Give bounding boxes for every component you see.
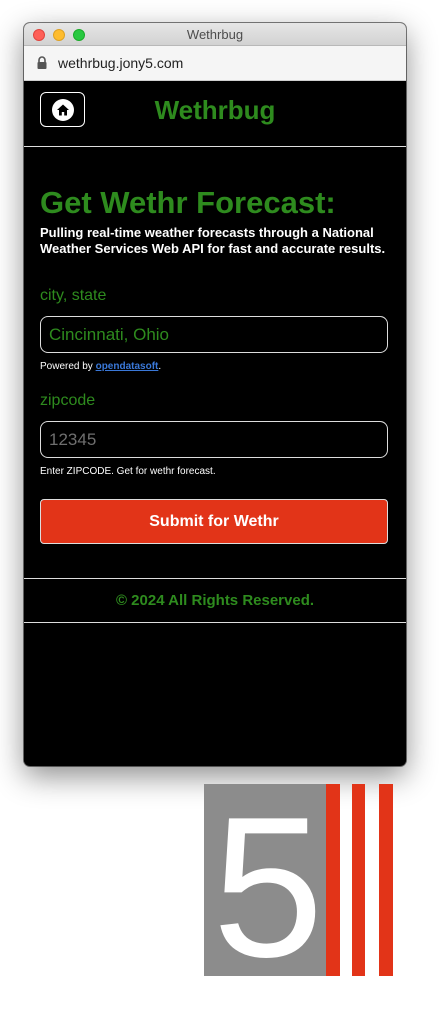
address-bar[interactable]: wethrbug.jony5.com — [24, 46, 406, 81]
page-title: Get Wethr Forecast: — [40, 185, 336, 220]
zipcode-hint: Enter ZIPCODE. Get for wethr forecast. — [40, 466, 216, 477]
city-input[interactable] — [40, 316, 388, 353]
submit-button[interactable]: Submit for Wethr — [40, 499, 388, 544]
zipcode-label: zipcode — [40, 392, 96, 409]
copyright-text: © 2024 All Rights Reserved. — [115, 592, 315, 609]
forecast-form: Get Wethr Forecast: Pulling real-time we… — [24, 147, 406, 544]
hint-prefix: Powered by — [40, 361, 96, 372]
title-bar: Wethrbug — [24, 23, 406, 46]
site-brand: Wethrbug — [154, 95, 276, 125]
site-footer: © 2024 All Rights Reserved. — [24, 578, 406, 623]
page-subtitle: Pulling real-time weather forecasts thro… — [40, 225, 386, 256]
url-text: wethrbug.jony5.com — [58, 55, 184, 71]
city-hint: Powered by opendatasoft. — [40, 361, 390, 372]
window-title: Wethrbug — [186, 27, 244, 42]
lock-icon — [37, 56, 47, 69]
logo-number: 5 — [212, 784, 323, 976]
page-content: Wethrbug Get Wethr Forecast: Pulling rea… — [24, 81, 406, 765]
zipcode-input[interactable] — [40, 421, 388, 458]
site-header: Wethrbug — [24, 81, 406, 147]
city-label: city, state — [40, 287, 107, 304]
hint-suffix: . — [158, 361, 162, 372]
browser-window: Wethrbug wethrbug.jony5.com Wethrbug Get… — [24, 23, 406, 766]
opendatasoft-link[interactable]: opendatasoft — [96, 361, 159, 372]
jony5-logo: 5 — [204, 784, 393, 976]
